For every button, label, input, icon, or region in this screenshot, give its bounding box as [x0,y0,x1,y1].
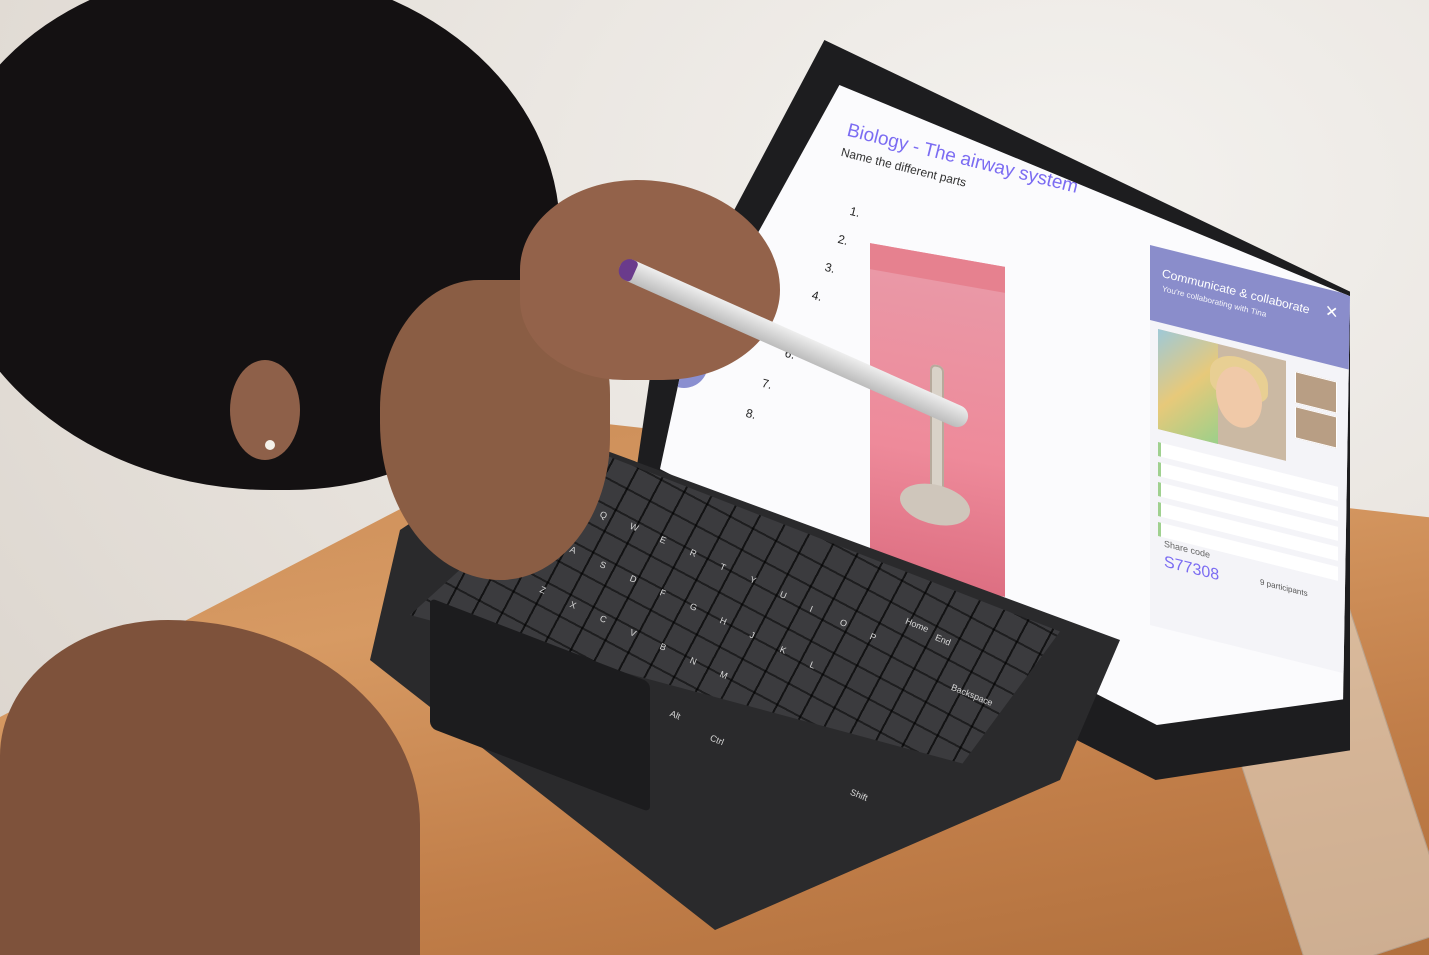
list-number: 7. [760,375,774,393]
photo-scene: Biology - The airway system Name the dif… [0,0,1429,955]
participant-thumbnail[interactable] [1295,406,1337,449]
world-map-background [1158,328,1218,444]
share-code: S77308 [1164,553,1220,585]
card-header [870,243,1005,293]
list-number: 8. [744,405,758,423]
list-number: 3. [823,259,837,277]
collaboration-panel: Communicate & collaborate You're collabo… [1150,245,1350,675]
list-number: 1. [848,203,862,221]
close-icon[interactable]: ✕ [1325,301,1338,324]
anatomy-card[interactable] [870,243,1005,597]
list-number: 2. [836,231,850,249]
earring [265,440,275,450]
pelvis-model-icon [900,478,970,531]
participants-count[interactable]: 9 participants [1260,577,1308,598]
list-number: 4. [810,287,824,305]
